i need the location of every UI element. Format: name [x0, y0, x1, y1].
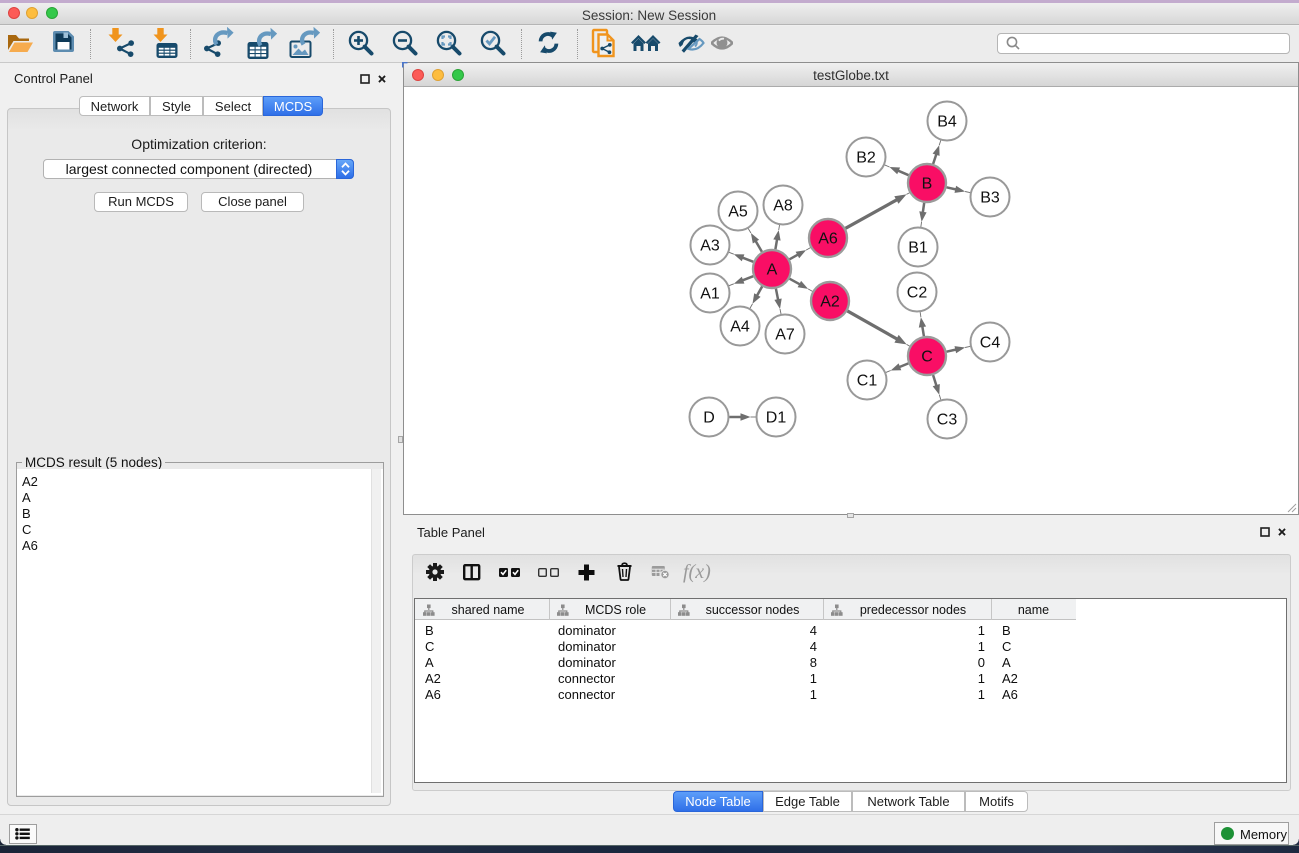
svg-text:A: A: [767, 262, 778, 279]
svg-text:B: B: [922, 176, 933, 193]
svg-text:B4: B4: [937, 114, 957, 131]
svg-text:C1: C1: [857, 373, 878, 390]
svg-text:D1: D1: [766, 410, 787, 427]
svg-text:C: C: [921, 349, 933, 366]
svg-text:A8: A8: [773, 198, 793, 215]
svg-text:C2: C2: [907, 285, 928, 302]
svg-text:A7: A7: [775, 327, 795, 344]
svg-text:C3: C3: [937, 412, 958, 429]
svg-text:A4: A4: [730, 319, 750, 336]
svg-text:A6: A6: [818, 231, 838, 248]
svg-text:C4: C4: [980, 335, 1001, 352]
svg-text:A1: A1: [700, 286, 720, 303]
svg-text:D: D: [703, 410, 715, 427]
svg-text:A2: A2: [820, 294, 840, 311]
svg-text:B1: B1: [908, 240, 928, 257]
svg-text:A3: A3: [700, 238, 720, 255]
svg-text:B2: B2: [856, 150, 876, 167]
svg-text:A5: A5: [728, 204, 748, 221]
svg-text:B3: B3: [980, 190, 1000, 207]
